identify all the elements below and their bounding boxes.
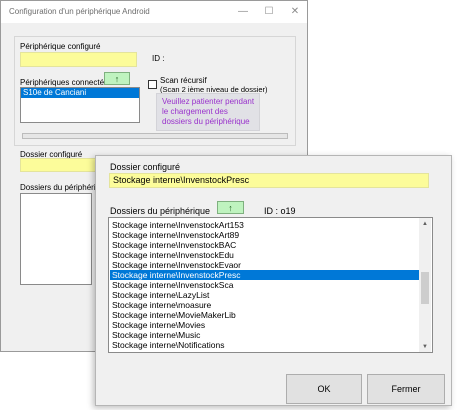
scan-recursive-checkbox[interactable] <box>148 80 157 89</box>
folder-item[interactable]: Stockage interne\InvenstockPresc <box>110 270 419 280</box>
folder-item[interactable]: Stockage interne\LazyList <box>110 290 419 300</box>
folder-item[interactable]: Stockage interne\InvenstockArt153 <box>110 220 419 230</box>
scroll-down-arrow[interactable]: ▼ <box>419 342 431 352</box>
scrollbar-thumb[interactable] <box>421 272 429 304</box>
waiting-message: Veuillez patienter pendant le chargement… <box>156 93 260 131</box>
folder-item[interactable]: Stockage interne\MovieMakerLib <box>110 310 419 320</box>
peripheral-configured-field[interactable] <box>20 52 137 67</box>
progress-bar <box>22 133 288 139</box>
folder-item[interactable]: Stockage interne\Movies <box>110 320 419 330</box>
folder-item[interactable]: Stockage interne\InvenstockEvaor <box>110 260 419 270</box>
connected-devices-list[interactable]: S10e de Canciani <box>20 87 140 123</box>
ok-button[interactable]: OK <box>286 374 362 404</box>
dialog-up-button[interactable]: ↑ <box>217 201 244 214</box>
close-dialog-button[interactable]: Fermer <box>367 374 445 404</box>
close-button[interactable]: ✕ <box>281 1 309 23</box>
folder-item[interactable]: Stockage interne\Music <box>110 330 419 340</box>
dialog-id-label: ID : o19 <box>264 206 296 216</box>
folder-item[interactable]: Stockage interne\Notifications <box>110 340 419 350</box>
device-folders-list[interactable] <box>20 193 92 285</box>
maximize-button[interactable]: ☐ <box>255 1 283 23</box>
folder-item[interactable]: Stockage interne\InvenstockArt89 <box>110 230 419 240</box>
peripheral-configured-label: Périphérique configuré <box>20 42 101 51</box>
scan-recursive-label: Scan récursif <box>160 76 207 85</box>
up-button[interactable]: ↑ <box>104 72 130 85</box>
folder-item[interactable]: Stockage interne\moasure <box>110 300 419 310</box>
folder-item[interactable]: Stockage interne\InvenstockSca <box>110 280 419 290</box>
dialog-folder-configured-label: Dossier configuré <box>110 162 181 172</box>
dialog-device-folders-label: Dossiers du périphérique <box>110 206 211 216</box>
scroll-up-arrow[interactable]: ▲ <box>419 219 431 229</box>
title-bar: Configuration d'un périphérique Android … <box>1 1 307 23</box>
window-title: Configuration d'un périphérique Android <box>9 7 150 16</box>
folder-item[interactable]: Stockage interne\InvenstockBAC <box>110 240 419 250</box>
folder-item[interactable]: Stockage interne\InvenstockEdu <box>110 250 419 260</box>
id-label: ID : <box>152 54 165 63</box>
minimize-button[interactable]: — <box>229 1 257 23</box>
dialog-folder-configured-field[interactable]: Stockage interne\InvenstockPresc <box>109 173 429 188</box>
connected-devices-label: Périphériques connectés <box>20 78 109 87</box>
list-item[interactable]: S10e de Canciani <box>21 88 139 98</box>
